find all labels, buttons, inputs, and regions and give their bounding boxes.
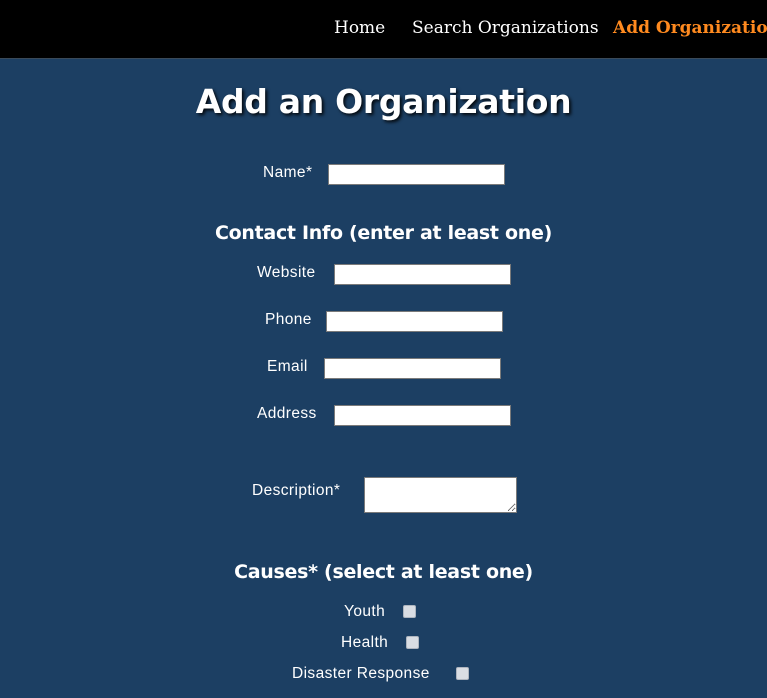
address-label: Address — [257, 405, 317, 422]
causes-heading: Causes* (select at least one) — [234, 561, 533, 583]
nav-link-home[interactable]: Home — [334, 18, 385, 38]
website-label: Website — [257, 264, 316, 281]
cause-label-health: Health — [341, 634, 389, 651]
description-textarea[interactable] — [364, 477, 517, 513]
email-input[interactable] — [324, 358, 501, 379]
phone-label: Phone — [265, 311, 312, 328]
cause-checkbox-health[interactable] — [406, 636, 419, 649]
cause-checkbox-disaster-response[interactable] — [456, 667, 469, 680]
phone-input[interactable] — [326, 311, 503, 332]
address-input[interactable] — [334, 405, 511, 426]
page-title: Add an Organization — [195, 82, 572, 121]
name-label: Name* — [263, 164, 313, 181]
cause-label-youth: Youth — [344, 603, 386, 620]
email-label: Email — [267, 358, 308, 375]
nav-link-add-organization[interactable]: Add Organization — [613, 18, 767, 38]
description-label: Description* — [252, 482, 341, 499]
contact-info-heading: Contact Info (enter at least one) — [215, 222, 552, 244]
website-input[interactable] — [334, 264, 511, 285]
cause-checkbox-youth[interactable] — [403, 605, 416, 618]
nav-link-search-organizations[interactable]: Search Organizations — [412, 18, 599, 38]
top-nav-bar: Home Search Organizations Add Organizati… — [0, 0, 767, 59]
name-input[interactable] — [328, 164, 505, 185]
cause-label-disaster-response: Disaster Response — [292, 665, 430, 682]
